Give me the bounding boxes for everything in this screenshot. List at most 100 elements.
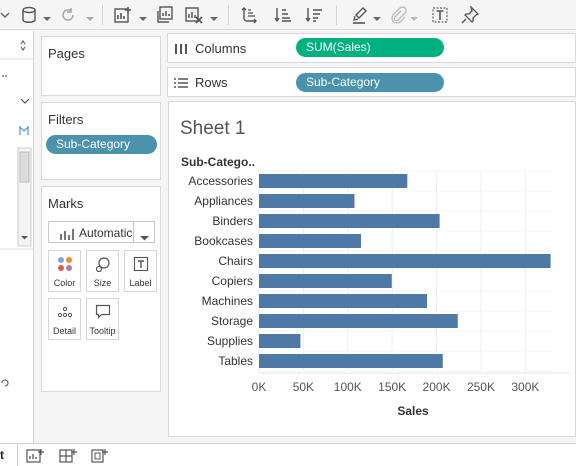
color-icon xyxy=(57,256,73,272)
duplicate-sheet-icon[interactable] xyxy=(152,3,176,27)
collapse-chevron-icon xyxy=(20,40,26,51)
rows-icon xyxy=(174,76,188,88)
filters-card[interactable]: Filters Sub-Category xyxy=(41,102,161,180)
detail-label: Detail xyxy=(52,326,76,336)
sheet-tab-bar: t 1 xyxy=(0,443,576,466)
color-label: Color xyxy=(53,278,76,288)
filter-pill-sub-category[interactable]: Sub-Category xyxy=(46,135,157,154)
x-tick-label: 250K xyxy=(467,380,495,394)
size-label: Size xyxy=(93,278,112,288)
tooltip-icon xyxy=(95,304,111,320)
pages-title: Pages xyxy=(48,46,85,61)
undo-caret-icon[interactable] xyxy=(0,3,18,27)
x-tick-label: 100K xyxy=(334,380,362,394)
tooltip-label: Tooltip xyxy=(89,326,116,336)
columns-label: Columns xyxy=(195,41,247,56)
partial-icon xyxy=(1,379,9,387)
bar-appliances[interactable] xyxy=(259,194,355,208)
category-label-bookcases[interactable]: Bookcases xyxy=(194,234,253,248)
rows-pill-sub-category[interactable]: Sub-Category xyxy=(296,73,444,92)
show-mark-labels-icon[interactable] xyxy=(428,3,452,27)
x-tick-label: 300K xyxy=(511,380,539,394)
tableau-window: Pages Filters Sub-Category Marks Automat… xyxy=(0,0,576,466)
toolbar-separator xyxy=(228,5,229,25)
swap-rows-columns-icon[interactable] xyxy=(238,3,262,27)
scrollbar-thumb xyxy=(19,151,30,183)
new-dashboard-tab-icon[interactable] xyxy=(58,447,80,464)
marks-card: Marks Automatic Color Size Label Detail … xyxy=(41,186,161,392)
category-label-chairs[interactable]: Chairs xyxy=(218,254,253,268)
data-source-caret-icon[interactable] xyxy=(43,10,51,21)
x-tick-label: 150K xyxy=(378,380,406,394)
bar-chart: Sub-Catego.. Accessories Appliances Binders… xyxy=(181,155,570,418)
rows-label: Rows xyxy=(195,75,228,90)
category-label-appliances[interactable]: Appliances xyxy=(194,194,253,208)
columns-pill-sum-sales[interactable]: SUM(Sales) xyxy=(296,38,444,57)
category-label-accessories[interactable]: Accessories xyxy=(188,174,253,188)
row-header-sub-category[interactable]: Sub-Catego.. xyxy=(181,155,255,169)
label-button[interactable]: Label xyxy=(124,250,157,292)
pin-axes-icon[interactable] xyxy=(458,3,482,27)
clear-sheet-caret-icon[interactable] xyxy=(210,10,218,21)
highlight-icon[interactable] xyxy=(349,3,373,27)
new-worksheet-icon[interactable] xyxy=(111,3,135,27)
new-story-tab-icon[interactable] xyxy=(90,447,112,464)
bar-binders[interactable] xyxy=(259,214,440,228)
columns-shelf[interactable]: Columns SUM(Sales) xyxy=(167,33,576,63)
side-panel: Pages Filters Sub-Category Marks Automat… xyxy=(35,31,167,443)
new-worksheet-caret-icon[interactable] xyxy=(139,10,147,21)
toolbar-separator xyxy=(336,5,337,25)
highlight-caret-icon[interactable] xyxy=(373,10,381,21)
filters-title: Filters xyxy=(48,112,84,127)
data-pane xyxy=(0,31,34,443)
bar-accessories[interactable] xyxy=(259,174,408,188)
bar-machines[interactable] xyxy=(259,294,428,308)
refresh-caret-icon[interactable] xyxy=(86,10,94,21)
x-axis-title[interactable]: Sales xyxy=(397,404,429,418)
bar-supplies[interactable] xyxy=(259,334,301,348)
category-label-machines[interactable]: Machines xyxy=(202,294,253,308)
rows-shelf[interactable]: Rows Sub-Category xyxy=(167,67,576,97)
category-label-supplies[interactable]: Supplies xyxy=(207,334,253,348)
refresh-icon[interactable] xyxy=(56,3,80,27)
dropdown-arrow-icon xyxy=(20,98,30,104)
category-label-copiers[interactable]: Copiers xyxy=(212,274,253,288)
sort-field-icon xyxy=(19,125,29,135)
clear-sheet-icon[interactable] xyxy=(182,3,206,27)
category-label-tables[interactable]: Tables xyxy=(218,354,253,368)
tab-sheet-1[interactable]: t 1 xyxy=(0,444,18,466)
group-caret-icon[interactable] xyxy=(410,10,418,21)
label-icon xyxy=(133,256,149,272)
detail-icon xyxy=(57,304,73,320)
dots-icon xyxy=(2,75,7,77)
category-label-binders[interactable]: Binders xyxy=(212,214,253,228)
sort-ascending-icon[interactable] xyxy=(271,3,295,27)
color-button[interactable]: Color xyxy=(48,250,81,292)
group-members-icon[interactable] xyxy=(386,3,410,27)
data-source-icon[interactable] xyxy=(18,3,42,27)
bar-chairs[interactable] xyxy=(259,254,551,268)
toolbar xyxy=(0,0,576,30)
chevron-down-icon xyxy=(140,229,149,241)
mark-type-dropdown[interactable]: Automatic xyxy=(48,221,155,243)
bar-tables[interactable] xyxy=(259,354,443,368)
detail-button[interactable]: Detail xyxy=(48,298,81,340)
size-button[interactable]: Size xyxy=(86,250,119,292)
category-label-storage[interactable]: Storage xyxy=(211,314,253,328)
sheet-view: Sheet 1 Sub-Catego.. Accessories Appliance… xyxy=(168,101,576,437)
sort-descending-icon[interactable] xyxy=(302,3,326,27)
toolbar-separator xyxy=(102,5,103,25)
x-tick-label: 50K xyxy=(293,380,314,394)
pages-card[interactable]: Pages xyxy=(41,36,161,96)
x-tick-label: 200K xyxy=(423,380,451,394)
tooltip-button[interactable]: Tooltip xyxy=(86,298,119,340)
label-label: Label xyxy=(129,278,152,288)
x-tick-label: 0K xyxy=(252,380,267,394)
marks-title: Marks xyxy=(48,196,84,211)
size-icon xyxy=(95,256,111,273)
new-worksheet-tab-icon[interactable] xyxy=(26,447,48,464)
bar-copiers[interactable] xyxy=(259,274,392,288)
bar-storage[interactable] xyxy=(259,314,458,328)
bar-bookcases[interactable] xyxy=(259,234,361,248)
columns-icon xyxy=(174,42,188,54)
